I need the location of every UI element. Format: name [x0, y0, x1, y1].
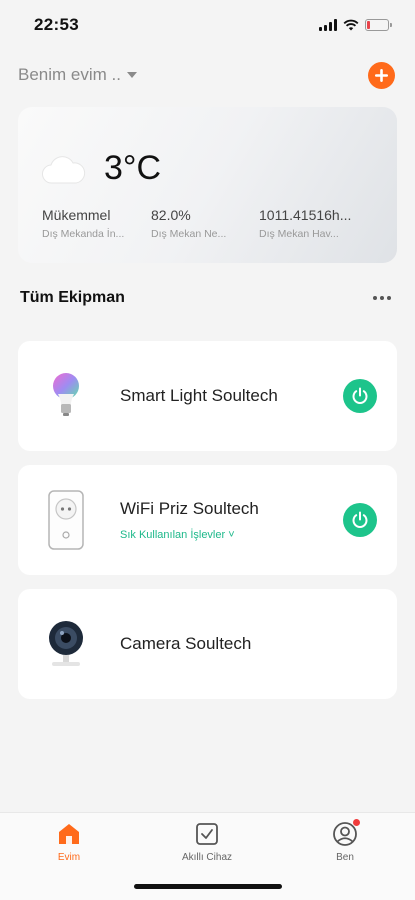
power-button[interactable] [343, 379, 377, 413]
device-info: WiFi Priz Soultech Sık Kullanılan İşlevl… [120, 499, 343, 541]
device-card-camera[interactable]: Camera Soultech [18, 589, 397, 699]
tab-evim[interactable]: Evim [19, 821, 119, 863]
power-icon [352, 511, 368, 528]
weather-stat-value: 82.0% [151, 207, 191, 223]
plus-icon [375, 68, 388, 82]
weather-stat: 82.0% Dış Mekan Ne... [151, 207, 255, 240]
home-indicator [134, 884, 282, 889]
temperature: 3°C [104, 149, 162, 187]
wifi-icon [343, 19, 359, 31]
weather-stat-label: Dış Mekanda İn... [42, 228, 125, 240]
home-name: Benim evim .. [18, 65, 121, 84]
more-options-icon[interactable] [373, 290, 391, 306]
notification-badge [353, 819, 360, 826]
power-icon [352, 387, 368, 404]
device-name: WiFi Priz Soultech [120, 499, 259, 518]
device-card-wifi-plug[interactable]: WiFi Priz Soultech Sık Kullanılan İşlevl… [18, 465, 397, 575]
home-icon [56, 821, 82, 847]
profile-icon [332, 819, 360, 847]
weather-stat-label: Dış Mekan Ne... [151, 228, 227, 240]
checkbox-icon [194, 821, 220, 847]
weather-stat: Mükemmel Dış Mekanda İn... [42, 207, 146, 240]
weather-card[interactable]: 3°C Mükemmel Dış Mekanda İn... 82.0% Dış… [18, 107, 397, 263]
section-header: Tüm Ekipman [20, 284, 391, 312]
caret-down-icon [126, 72, 137, 78]
smart-plug-icon [36, 480, 96, 560]
device-name: Camera Soultech [120, 634, 252, 653]
frequent-functions-link[interactable]: Sık Kullanılan İşlevler ˅ [120, 529, 343, 541]
tab-ben[interactable]: Ben [295, 819, 395, 863]
home-selector[interactable]: Benim evim .. [18, 65, 137, 85]
device-info: Camera Soultech [120, 634, 397, 654]
tab-akilli-cihaz[interactable]: Akıllı Cihaz [157, 821, 257, 863]
device-info: Smart Light Soultech [120, 386, 343, 406]
status-time: 22:53 [34, 15, 79, 34]
power-button[interactable] [343, 503, 377, 537]
section-title: Tüm Ekipman [20, 289, 125, 306]
weather-stat: 1011.41516h... Dış Mekan Hav... [259, 207, 363, 240]
status-icons [319, 19, 392, 31]
status-bar: 22:53 [0, 0, 415, 50]
signal-icon [319, 19, 337, 31]
battery-icon [365, 19, 392, 31]
device-name: Smart Light Soultech [120, 386, 278, 405]
weather-stat-value: 1011.41516h... [259, 207, 352, 223]
tab-label: Ben [336, 852, 354, 863]
header: Benim evim .. [18, 58, 395, 92]
tab-label: Akıllı Cihaz [181, 852, 232, 863]
tab-label: Evim [57, 852, 81, 863]
weather-stat-value: Mükemmel [42, 207, 111, 223]
cloud-icon [42, 156, 86, 184]
add-device-button[interactable] [368, 61, 395, 89]
weather-stat-label: Dış Mekan Hav... [259, 228, 339, 240]
camera-icon [36, 604, 96, 684]
light-bulb-icon [36, 356, 96, 436]
device-card-smart-light[interactable]: Smart Light Soultech [18, 341, 397, 451]
